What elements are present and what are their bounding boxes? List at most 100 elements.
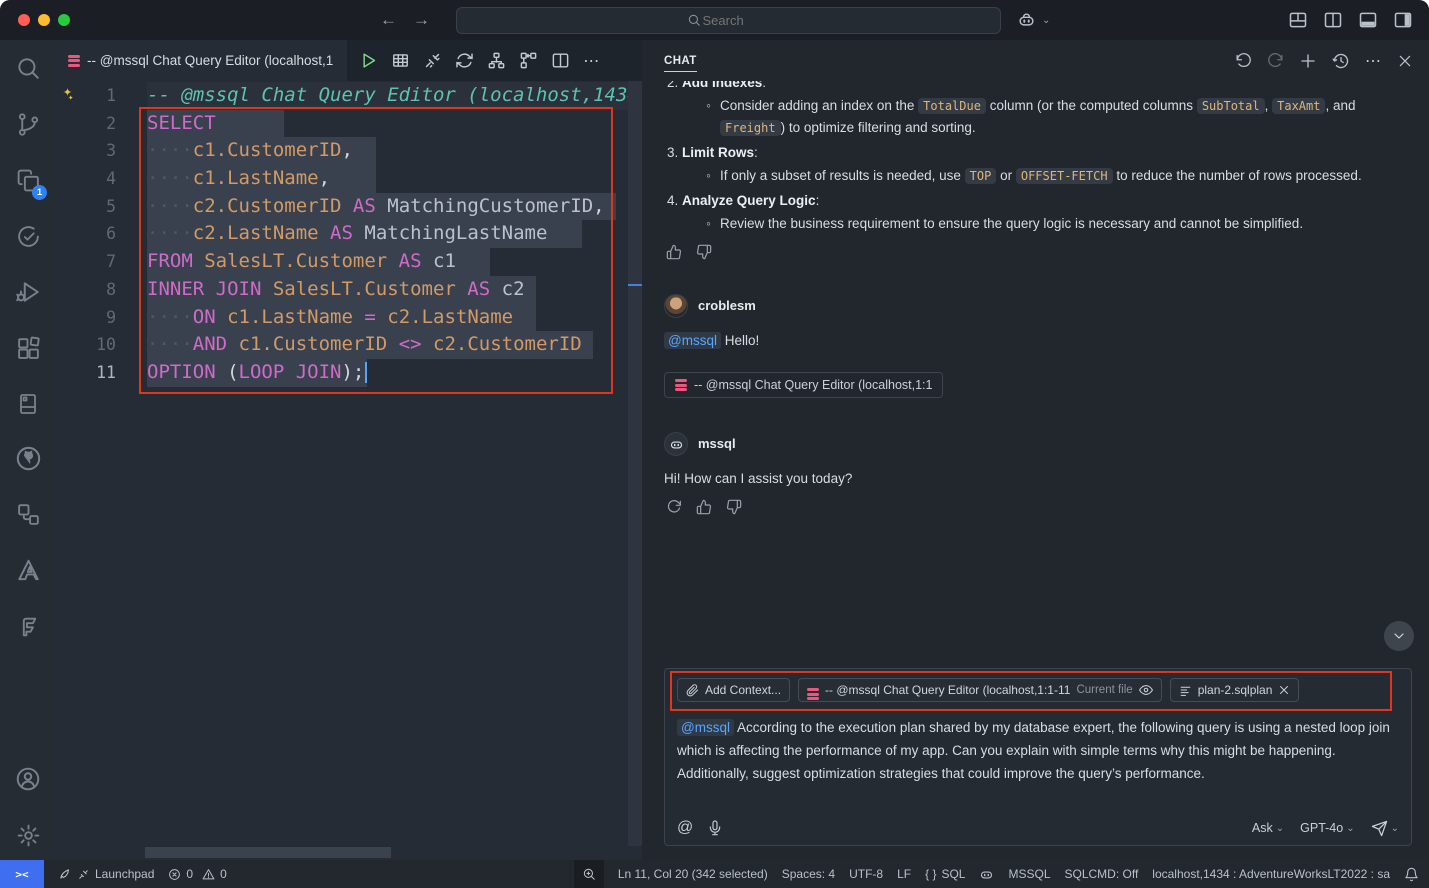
nav-forward-icon[interactable]: → — [413, 10, 430, 30]
context-pill[interactable]: plan-2.sqlplan — [1170, 678, 1300, 702]
sidebar-item-accounts[interactable] — [0, 755, 56, 803]
remote-indicator[interactable]: >< — [0, 860, 44, 888]
sidebar-item-extensions[interactable] — [0, 324, 56, 372]
extensions-icon — [16, 336, 41, 361]
close-icon[interactable] — [1278, 684, 1290, 696]
eol-sequence[interactable]: LF — [897, 867, 911, 881]
send-button[interactable]: ⌄ — [1371, 820, 1399, 837]
code-line[interactable]: 5····c2.CustomerID AS MatchingCustomerID… — [56, 193, 628, 221]
thumbs-down-icon[interactable] — [726, 499, 742, 515]
add-context-button[interactable]: Add Context... — [677, 678, 790, 702]
zoom-indicator[interactable] — [574, 860, 604, 888]
microphone-icon[interactable] — [707, 820, 723, 836]
disconnect-icon[interactable] — [423, 51, 442, 70]
sqlcmd-status[interactable]: SQLCMD: Off — [1065, 867, 1139, 881]
code-line[interactable]: 2SELECT — [56, 110, 628, 138]
close-window-button[interactable] — [18, 14, 30, 26]
copilot-menu-button[interactable]: ⌄ — [1017, 11, 1050, 30]
toggle-panel-icon[interactable] — [1358, 10, 1378, 30]
message-attachment-pill[interactable]: -- @mssql Chat Query Editor (localhost,1… — [664, 372, 943, 398]
nav-back-icon[interactable]: ← — [380, 10, 397, 30]
history-icon[interactable] — [1332, 52, 1350, 70]
mention-chip[interactable]: @mssql — [664, 332, 721, 349]
chat-message-list[interactable]: 2. Add Indexes:◦Consider adding an index… — [642, 81, 1429, 660]
copilot-status[interactable] — [979, 867, 994, 882]
chat-tab[interactable]: CHAT — [664, 55, 697, 72]
cursor-position[interactable]: Ln 11, Col 20 (342 selected) — [618, 867, 768, 881]
sidebar-item-github[interactable] — [0, 434, 56, 482]
chevron-down-icon: ⌄ — [1346, 823, 1354, 834]
results-grid-icon[interactable] — [391, 51, 410, 70]
command-center-search[interactable] — [456, 7, 1001, 34]
line-number: 10 — [56, 331, 116, 359]
chat-input[interactable]: @mssql According to the execution plan s… — [677, 716, 1399, 812]
maximize-window-button[interactable] — [58, 14, 70, 26]
thumbs-down-icon[interactable] — [696, 244, 712, 260]
eye-icon[interactable] — [1139, 683, 1153, 697]
sidebar-item-connections[interactable] — [0, 490, 56, 538]
thumbs-up-icon[interactable] — [696, 499, 712, 515]
mention-context-icon[interactable]: @ — [677, 819, 693, 837]
split-editor-icon[interactable] — [551, 51, 570, 70]
sidebar-item-testing[interactable] — [0, 212, 56, 260]
rocket-icon — [58, 867, 72, 881]
sidebar-item-search[interactable] — [0, 44, 56, 92]
problems-errors[interactable]: 0 0 — [168, 867, 226, 881]
sidebar-item-azure[interactable] — [0, 546, 56, 594]
code-line[interactable]: 9····ON c1.LastName = c2.LastName — [56, 304, 628, 332]
search-input[interactable] — [701, 12, 771, 29]
customize-layout-icon[interactable] — [1288, 10, 1308, 30]
regenerate-icon[interactable] — [666, 499, 682, 515]
mention-chip[interactable]: @mssql — [677, 719, 734, 736]
code-line[interactable]: 10····AND c1.CustomerID <> c2.CustomerID — [56, 331, 628, 359]
actual-plan-icon[interactable] — [519, 51, 538, 70]
code-line[interactable]: 6····c2.LastName AS MatchingLastName — [56, 220, 628, 248]
mssql-status[interactable]: MSSQL — [1008, 867, 1050, 881]
redo-icon[interactable] — [1267, 52, 1284, 69]
code-line[interactable]: 11OPTION (LOOP JOIN); — [56, 359, 628, 387]
editor-vertical-scrollbar[interactable] — [628, 81, 642, 846]
run-query-icon[interactable] — [359, 51, 378, 70]
tab-mssql-chat-query-editor[interactable]: -- @mssql Chat Query Editor (localhost,1 — [56, 40, 347, 81]
minimize-window-button[interactable] — [38, 14, 50, 26]
code-editor[interactable]: ✦✦ 1-- @mssql Chat Query Editor (localho… — [56, 81, 642, 860]
sidebar-item-fabric[interactable] — [0, 602, 56, 650]
indentation[interactable]: Spaces: 4 — [782, 867, 835, 881]
code-token: , — [319, 167, 330, 189]
toggle-primary-sidebar-icon[interactable] — [1323, 10, 1343, 30]
context-pill[interactable]: -- @mssql Chat Query Editor (localhost,1… — [798, 678, 1162, 702]
notifications-bell[interactable] — [1404, 867, 1419, 882]
scroll-to-bottom-button[interactable] — [1384, 621, 1414, 651]
vscode-window: ← → ⌄ 1 — [0, 0, 1429, 888]
language-mode[interactable]: { }SQL — [925, 867, 965, 881]
launchpad-button[interactable]: Launchpad — [58, 867, 154, 881]
chat-input-container[interactable]: Add Context... -- @mssql Chat Query Edito… — [664, 668, 1412, 846]
line-number: 4 — [56, 165, 116, 193]
sidebar-item-run-debug[interactable] — [0, 268, 56, 316]
sidebar-item-explorer[interactable]: 1 — [0, 156, 56, 204]
code-line[interactable]: 7FROM SalesLT.Customer AS c1 — [56, 248, 628, 276]
estimated-plan-icon[interactable] — [487, 51, 506, 70]
sidebar-item-settings[interactable] — [0, 811, 56, 859]
mode-selector[interactable]: Ask⌄ — [1252, 821, 1284, 835]
close-icon[interactable] — [1397, 53, 1413, 69]
code-token: FROM — [147, 250, 193, 272]
change-connection-icon[interactable] — [455, 51, 474, 70]
code-line[interactable]: 1-- @mssql Chat Query Editor (localhost,… — [56, 82, 628, 110]
thumbs-up-icon[interactable] — [666, 244, 682, 260]
sidebar-item-source-control[interactable] — [0, 100, 56, 148]
undo-icon[interactable] — [1235, 52, 1252, 69]
model-selector[interactable]: GPT-4o⌄ — [1300, 821, 1354, 835]
encoding[interactable]: UTF-8 — [849, 867, 883, 881]
code-line[interactable]: 4····c1.LastName, — [56, 165, 628, 193]
code-line[interactable]: 8INNER JOIN SalesLT.Customer AS c2 — [56, 276, 628, 304]
more-actions-icon[interactable]: ⋯ — [583, 51, 600, 71]
sidebar-item-sql-database[interactable] — [0, 380, 56, 428]
code-token: c2 — [490, 278, 524, 300]
toggle-secondary-sidebar-icon[interactable] — [1393, 10, 1413, 30]
code-line[interactable]: 3····c1.CustomerID, — [56, 137, 628, 165]
chat-more-icon[interactable]: ⋯ — [1365, 51, 1382, 71]
editor-horizontal-scrollbar[interactable] — [145, 847, 391, 858]
connection-status[interactable]: localhost,1434 : AdventureWorksLT2022 : … — [1152, 867, 1390, 881]
new-chat-icon[interactable] — [1299, 52, 1317, 70]
